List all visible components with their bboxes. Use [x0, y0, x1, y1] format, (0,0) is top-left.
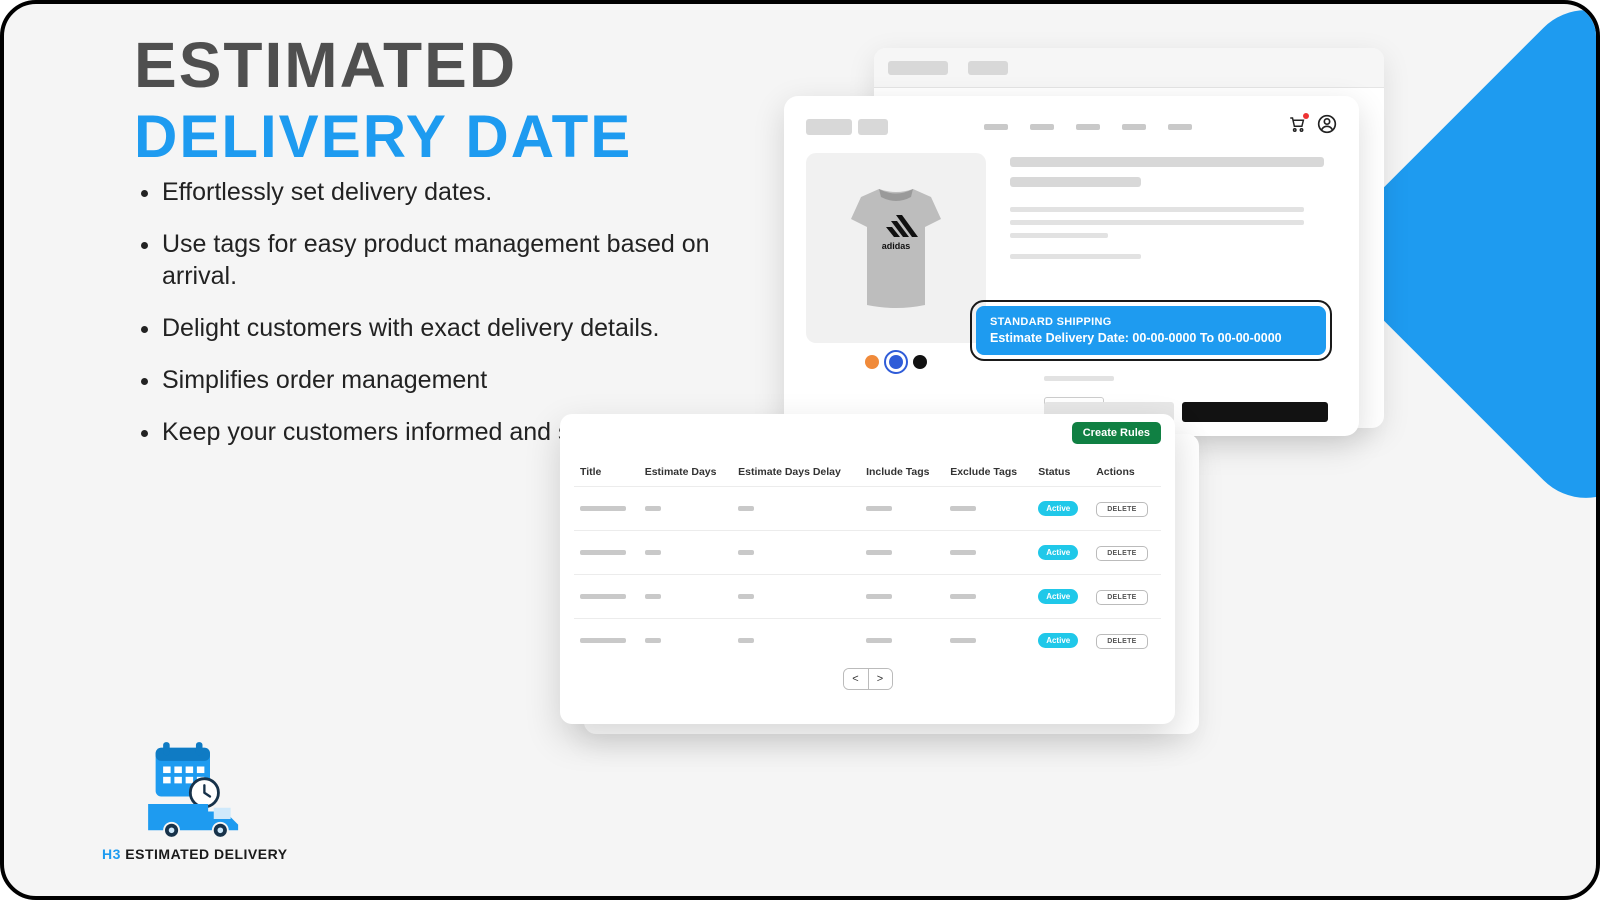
page-heading: ESTIMATED DELIVERY DATE [134, 28, 632, 171]
shipping-title: STANDARD SHIPPING [990, 316, 1312, 328]
color-swatches [806, 355, 986, 369]
svg-text:adidas: adidas [882, 241, 911, 251]
store-logo-placeholder [806, 119, 888, 135]
feature-item: Simplifies order management [162, 364, 734, 396]
feature-item: Effortlessly set delivery dates. [162, 176, 734, 208]
swatch-orange[interactable] [865, 355, 879, 369]
status-badge: Active [1038, 501, 1078, 516]
delete-button[interactable]: DELETE [1096, 546, 1147, 561]
status-badge: Active [1038, 633, 1078, 648]
logo-text: ESTIMATED DELIVERY [121, 846, 288, 862]
page-next-button[interactable]: > [868, 669, 892, 689]
shipping-date-line: Estimate Delivery Date: 00-00-0000 To 00… [990, 331, 1312, 345]
swatch-black[interactable] [913, 355, 927, 369]
col-include-tags: Include Tags [860, 458, 944, 487]
swatch-blue-selected[interactable] [889, 355, 903, 369]
col-exclude-tags: Exclude Tags [944, 458, 1032, 487]
product-image: adidas [806, 153, 986, 343]
col-estimate-days: Estimate Days [639, 458, 732, 487]
heading-line-1: ESTIMATED [134, 28, 632, 102]
table-row: Active DELETE [574, 575, 1161, 619]
cart-icon[interactable] [1287, 115, 1307, 138]
delete-button[interactable]: DELETE [1096, 634, 1147, 649]
col-status: Status [1032, 458, 1090, 487]
delete-button[interactable]: DELETE [1096, 590, 1147, 605]
user-icon[interactable] [1317, 114, 1337, 139]
primary-cta-placeholder[interactable] [1182, 402, 1328, 422]
pagination: < > [574, 668, 1161, 690]
page-prev-button[interactable]: < [844, 669, 868, 689]
rules-table-panel: Create Rules Title Estimate Days Estimat… [560, 414, 1175, 724]
status-badge: Active [1038, 545, 1078, 560]
rules-table: Title Estimate Days Estimate Days Delay … [574, 458, 1161, 662]
feature-item: Delight customers with exact delivery de… [162, 312, 734, 344]
feature-item: Use tags for easy product management bas… [162, 228, 734, 292]
heading-line-2: DELIVERY DATE [134, 102, 632, 171]
app-logo: H3 ESTIMATED DELIVERY [102, 741, 288, 862]
table-row: Active DELETE [574, 531, 1161, 575]
col-estimate-delay: Estimate Days Delay [732, 458, 860, 487]
table-row: Active DELETE [574, 619, 1161, 663]
delete-button[interactable]: DELETE [1096, 502, 1147, 517]
col-title: Title [574, 458, 639, 487]
col-actions: Actions [1090, 458, 1161, 487]
shipping-estimate-banner: STANDARD SHIPPING Estimate Delivery Date… [976, 306, 1326, 355]
logo-prefix: H3 [102, 846, 121, 862]
store-nav-placeholder [984, 124, 1192, 130]
status-badge: Active [1038, 589, 1078, 604]
create-rules-button[interactable]: Create Rules [1072, 422, 1161, 444]
table-row: Active DELETE [574, 487, 1161, 531]
